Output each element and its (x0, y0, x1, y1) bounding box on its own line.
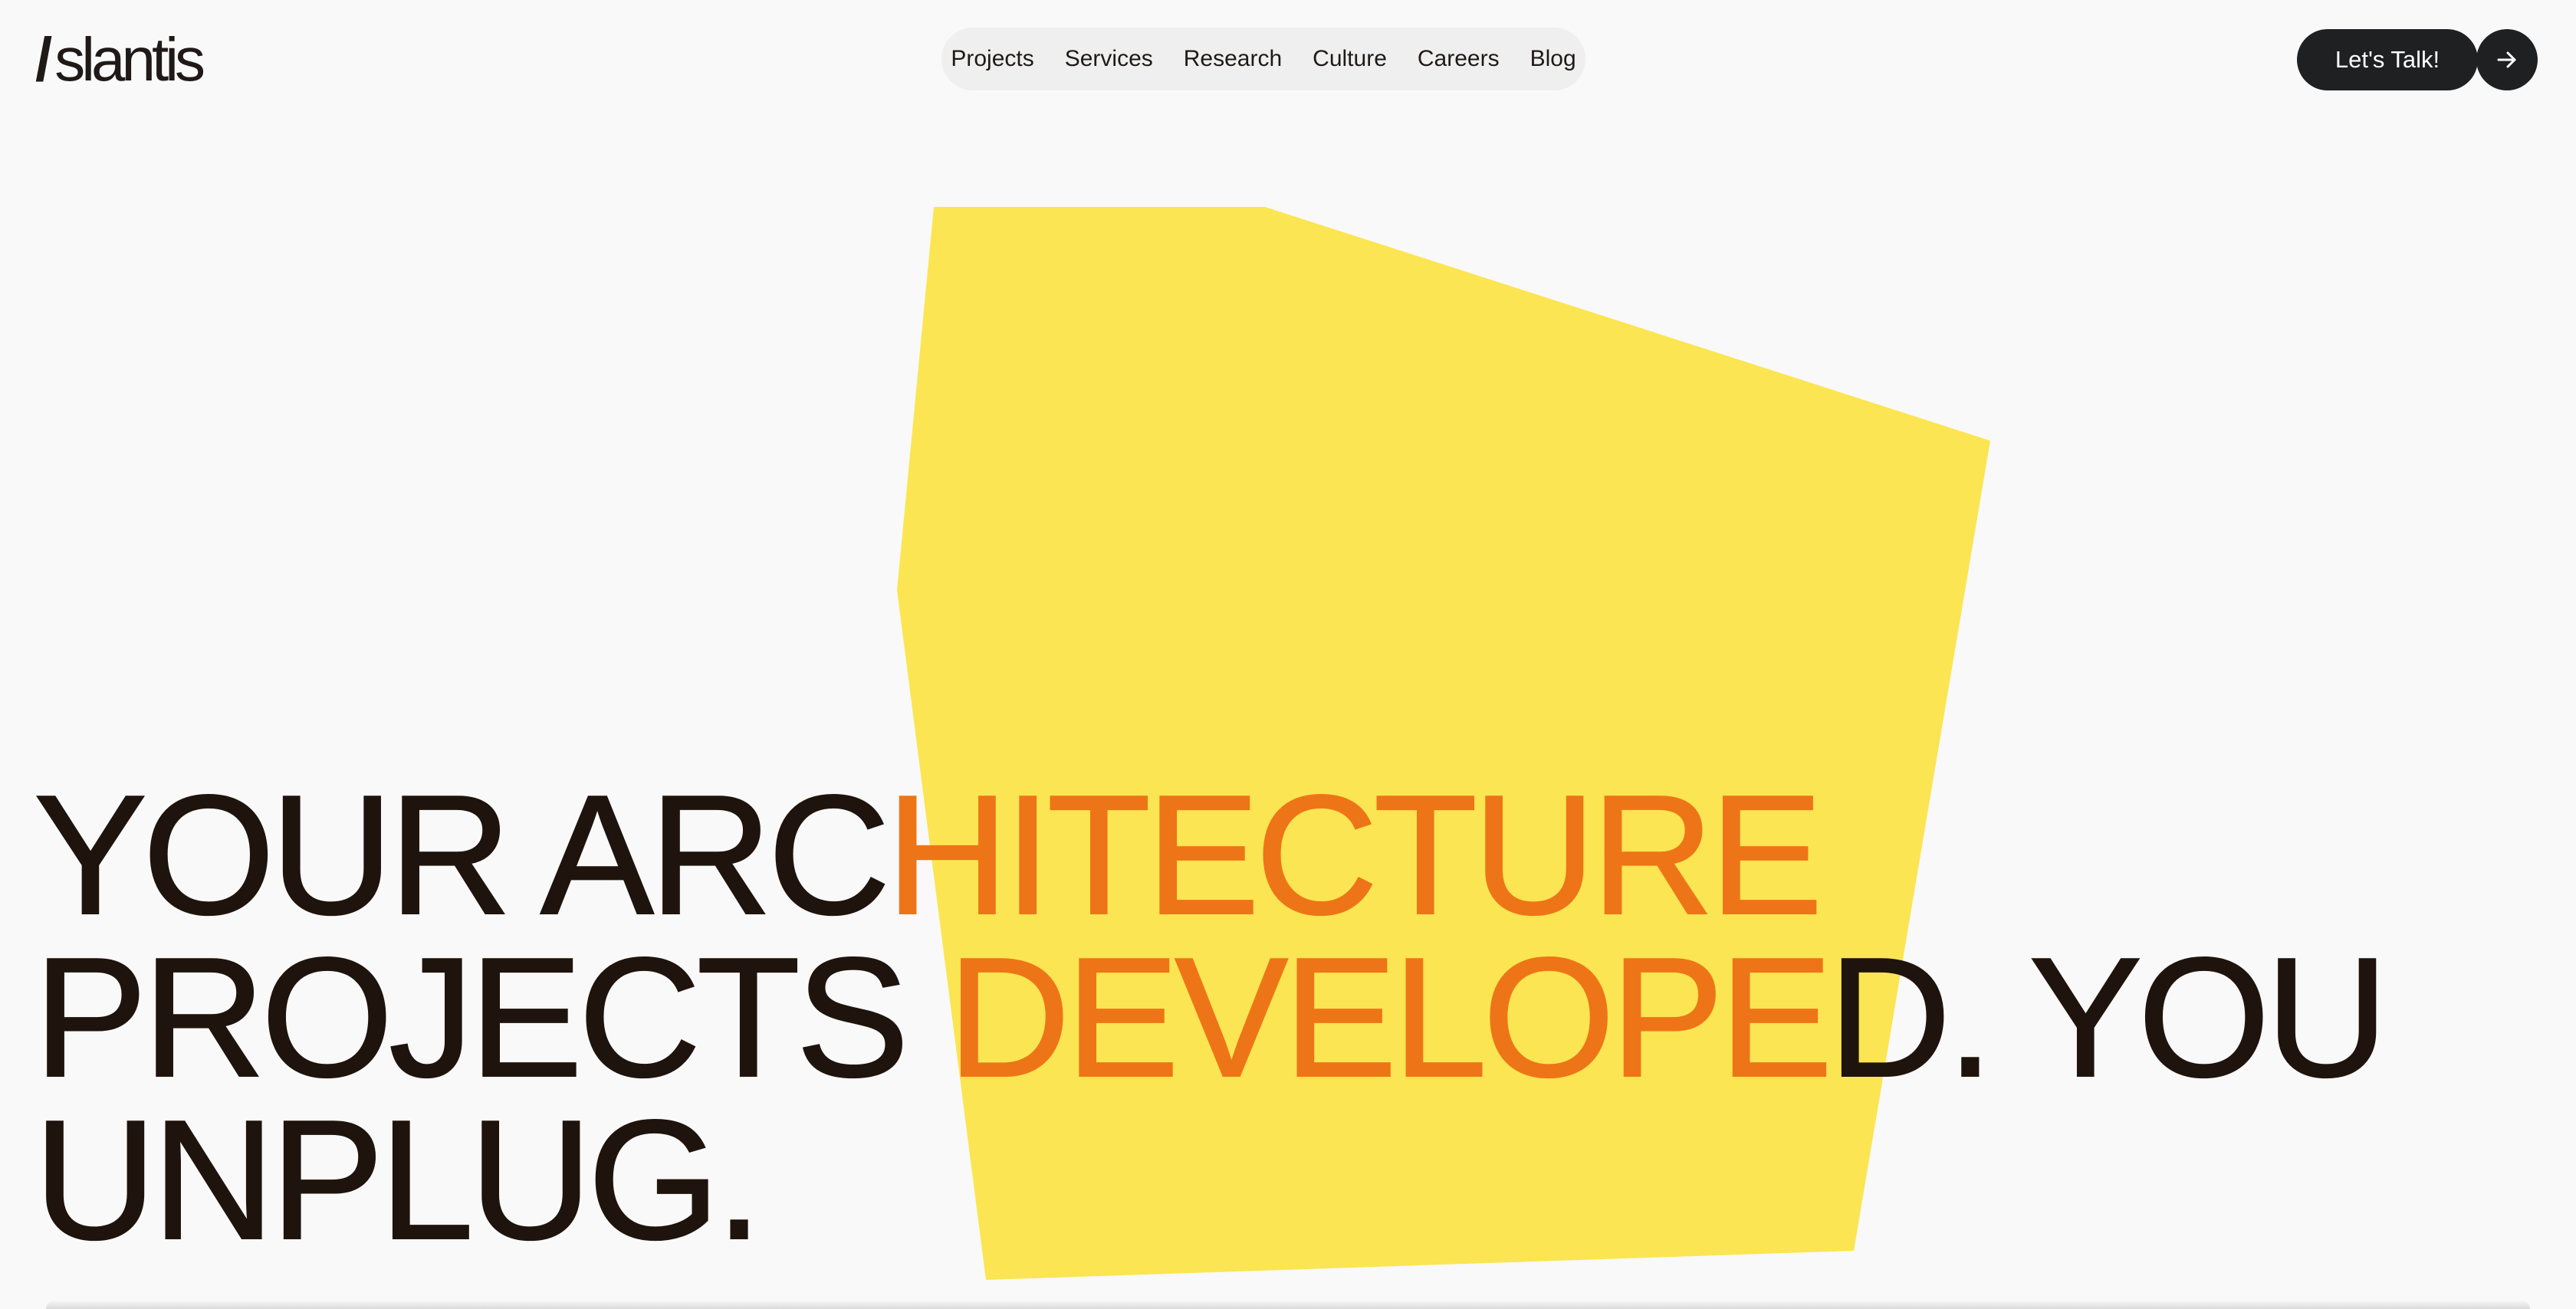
hero-line-2-highlight: DEVELOPE (947, 923, 1834, 1113)
hero-line-3: UNPLUG. (33, 1085, 764, 1275)
hero-line-1-highlight: HITECTURE (886, 760, 1824, 950)
hero-line-2-dark: PROJECTS (33, 923, 948, 1113)
hero-headline: YOUR ARCHITECTURE PROJECTS DEVELOPED. YO… (33, 769, 2564, 1275)
section-edge-shadow (46, 1300, 2530, 1309)
hero-line-2: PROJECTS DEVELOPED. YOU (33, 932, 2564, 1104)
hero-line-1-dark: YOUR ARC (33, 760, 892, 950)
hero-line-1: YOUR ARCHITECTURE (33, 769, 2564, 941)
hero-line-2-tail: D. YOU (1828, 923, 2390, 1113)
